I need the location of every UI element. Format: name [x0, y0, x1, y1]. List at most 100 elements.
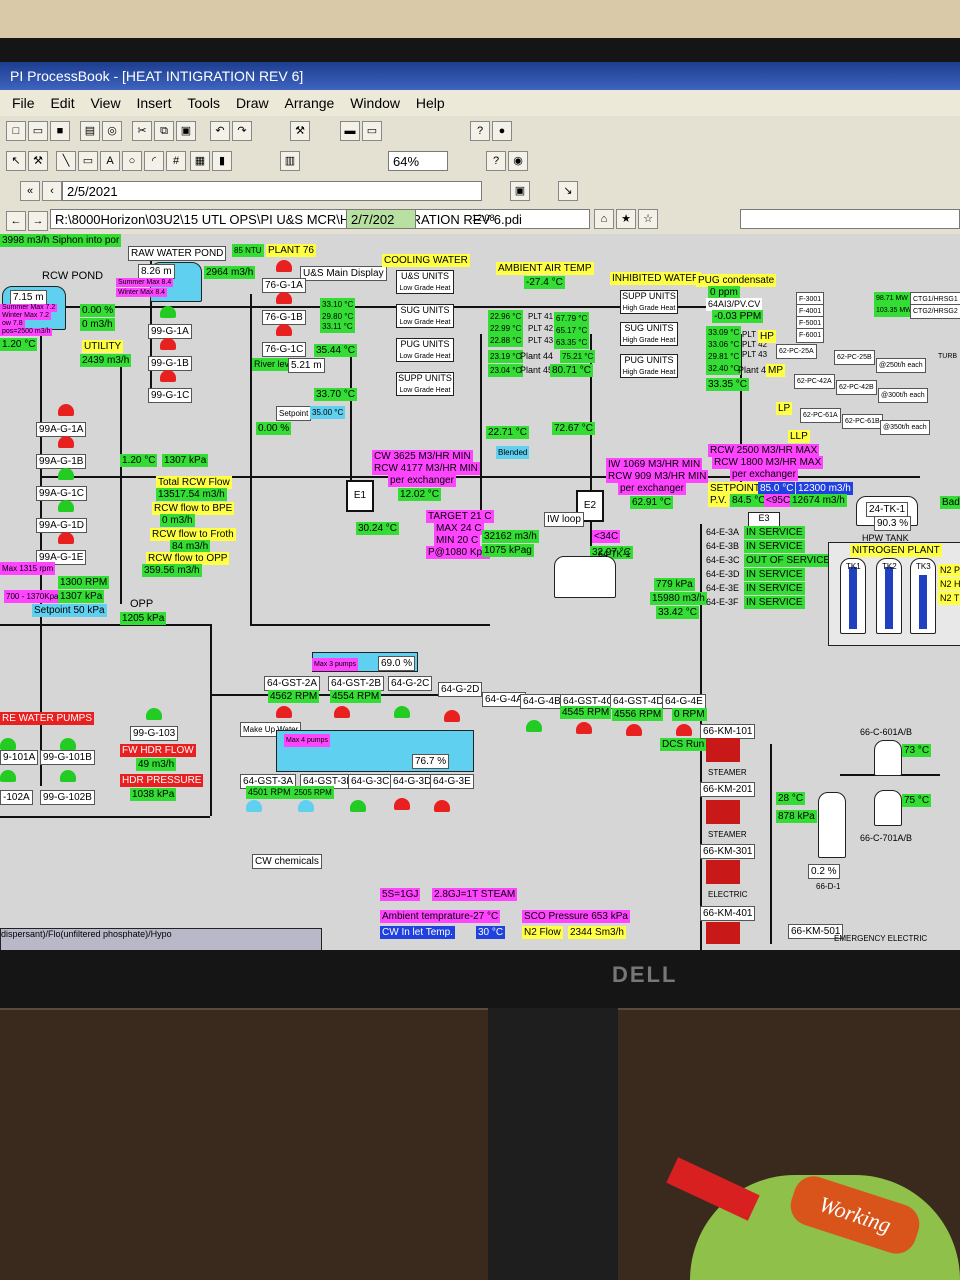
arrow-icon[interactable]: ↘: [558, 181, 578, 201]
back-icon[interactable]: ‹: [42, 181, 62, 201]
mw-2: 103.35 MW: [874, 304, 914, 317]
pump-99-g-1c-icon[interactable]: [160, 370, 176, 382]
zoom-select[interactable]: 64%: [388, 151, 448, 171]
open-icon[interactable]: ▭: [28, 121, 48, 141]
pump-g-4e-icon[interactable]: [676, 724, 692, 736]
pump-101b-icon[interactable]: [60, 738, 76, 750]
pointer-icon[interactable]: ↖: [6, 151, 26, 171]
chart-icon[interactable]: ▥: [280, 151, 300, 171]
pump-gst-3b-icon[interactable]: [298, 800, 314, 812]
rewind-icon[interactable]: «: [20, 181, 40, 201]
stop-icon[interactable]: ◉: [508, 151, 528, 171]
new-icon[interactable]: □: [6, 121, 26, 141]
star-icon[interactable]: ★: [616, 209, 636, 229]
pump-gst-4c-icon[interactable]: [576, 722, 592, 734]
km-301-electric-icon[interactable]: [706, 860, 740, 884]
pump-99-g-1b-icon[interactable]: [160, 338, 176, 350]
path-field[interactable]: R:\8000Horizon\03U2\15 UTL OPS\PI U&S MC…: [50, 209, 590, 229]
cut-icon[interactable]: ✂: [132, 121, 152, 141]
print-icon[interactable]: ▤: [80, 121, 100, 141]
g-2c-label: 64-G-2C: [388, 676, 433, 691]
pc-61b: 62-PC-61B: [842, 414, 883, 429]
ellipse-icon[interactable]: ○: [122, 151, 142, 171]
km-201-steamer-icon[interactable]: [706, 800, 740, 824]
forward-arrow-icon[interactable]: →: [28, 211, 48, 231]
text-icon[interactable]: A: [100, 151, 120, 171]
menu-view[interactable]: View: [90, 95, 120, 111]
pump-76-g-1c-icon[interactable]: [276, 324, 292, 336]
menu-draw[interactable]: Draw: [236, 95, 269, 111]
display-icon[interactable]: ▣: [510, 181, 530, 201]
pump-g-3e-icon[interactable]: [434, 800, 450, 812]
cw-chemicals-button[interactable]: CW chemicals: [252, 854, 322, 869]
paste-icon[interactable]: ▣: [176, 121, 196, 141]
favorite-icon[interactable]: ☆: [638, 209, 658, 229]
menu-tools[interactable]: Tools: [187, 95, 220, 111]
help-icon[interactable]: ?: [470, 121, 490, 141]
pump-101a-icon[interactable]: [0, 738, 16, 750]
exchanger-e1[interactable]: E1: [346, 480, 374, 512]
ctg2-label: CTG2/HRSG2: [910, 304, 960, 319]
utility-title: UTILITY: [82, 340, 124, 353]
hammer-icon[interactable]: ⚒: [28, 151, 48, 171]
pump-g-2c-icon[interactable]: [394, 706, 410, 718]
pump-101a-label: 9-101A: [0, 750, 39, 765]
end-time-field[interactable]: 2/7/202: [346, 209, 416, 229]
pump-99a-g-1b-icon[interactable]: [58, 436, 74, 448]
pump-gst-2b-icon[interactable]: [334, 706, 350, 718]
plant76-flow: 2964 m3/h: [204, 266, 256, 279]
preview-icon[interactable]: ◎: [102, 121, 122, 141]
pump-99a-g-1a-icon[interactable]: [58, 404, 74, 416]
align-icon[interactable]: ▭: [362, 121, 382, 141]
menu-arrange[interactable]: Arrange: [285, 95, 335, 111]
e64-3b-label: 64-E-3B: [706, 541, 740, 551]
record-icon[interactable]: ●: [492, 121, 512, 141]
pump-gst-3a-icon[interactable]: [246, 800, 262, 812]
pump-102b-icon[interactable]: [60, 770, 76, 782]
undo-icon[interactable]: ↶: [210, 121, 230, 141]
save-icon[interactable]: ■: [50, 121, 70, 141]
pump-g-2d-icon[interactable]: [444, 710, 460, 722]
bar-icon[interactable]: ▮: [212, 151, 232, 171]
line-icon[interactable]: ╲: [56, 151, 76, 171]
build-icon[interactable]: ⚒: [290, 121, 310, 141]
pump-99-g-1a-icon[interactable]: [160, 306, 176, 318]
format-icon[interactable]: ▬: [340, 121, 360, 141]
menu-file[interactable]: File: [12, 95, 35, 111]
pump-g-3c-icon[interactable]: [350, 800, 366, 812]
temp-3342: 33.42 °C: [656, 606, 700, 619]
km-101-steamer-icon[interactable]: [706, 738, 740, 762]
plant76-title: PLANT 76: [266, 244, 316, 257]
each-350: @350t/h each: [880, 420, 930, 435]
menu-insert[interactable]: Insert: [136, 95, 171, 111]
pump-76-g-1b-icon[interactable]: [276, 292, 292, 304]
pump-99a-g-1d-icon[interactable]: [58, 500, 74, 512]
monitor-logo: DELL: [612, 962, 678, 987]
pump-99a-g-1e-icon[interactable]: [58, 532, 74, 544]
help-icon-2[interactable]: ?: [486, 151, 506, 171]
us-main-display-button[interactable]: U&S Main Display: [300, 266, 387, 281]
menu-window[interactable]: Window: [350, 95, 400, 111]
copy-icon[interactable]: ⧉: [154, 121, 174, 141]
pump-g-3d-icon[interactable]: [394, 798, 410, 810]
tag-search[interactable]: [740, 209, 960, 229]
pump-g-4a-icon[interactable]: [526, 720, 542, 732]
pump-102a-icon[interactable]: [0, 770, 16, 782]
pump-gst-2a-icon[interactable]: [276, 706, 292, 718]
redo-icon[interactable]: ↷: [232, 121, 252, 141]
rectangle-icon[interactable]: ▭: [78, 151, 98, 171]
start-time-field[interactable]: 2/5/2021: [62, 181, 482, 201]
pump-gst-4d-icon[interactable]: [626, 724, 642, 736]
pump-76-g-1a-icon[interactable]: [276, 260, 292, 272]
menu-edit[interactable]: Edit: [50, 95, 74, 111]
pump-99a-g-1c-icon[interactable]: [58, 468, 74, 480]
trend-icon[interactable]: ▦: [190, 151, 210, 171]
back-arrow-icon[interactable]: ←: [6, 211, 26, 231]
home-icon[interactable]: ⌂: [594, 209, 614, 229]
menu-help[interactable]: Help: [416, 95, 445, 111]
pump-99-g-103-icon[interactable]: [146, 708, 162, 720]
temp-2271: 22.71 °C: [486, 426, 530, 439]
arc-icon[interactable]: ◜: [144, 151, 164, 171]
km-401-electric-icon[interactable]: [706, 922, 740, 944]
value-icon[interactable]: #: [166, 151, 186, 171]
